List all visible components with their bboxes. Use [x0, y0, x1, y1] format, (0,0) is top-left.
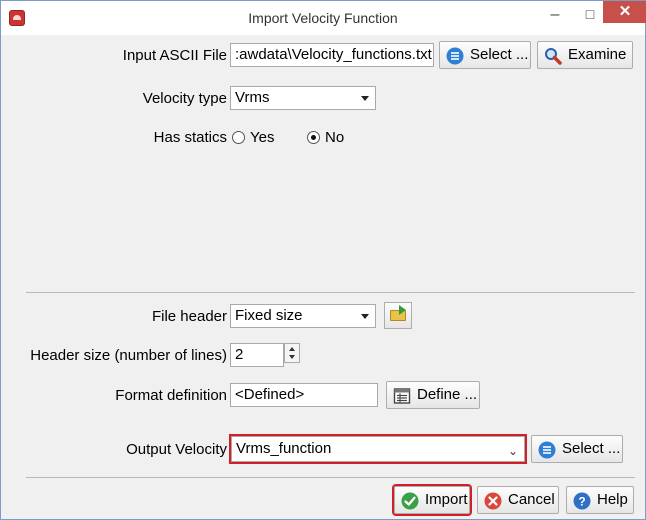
file-header-select[interactable]: Fixed size: [230, 304, 376, 328]
input-file-label: Input ASCII File: [122, 47, 227, 64]
output-velocity-select-label: Select ...: [562, 440, 621, 457]
spin-down-icon[interactable]: [289, 355, 295, 359]
svg-text:?: ?: [578, 495, 585, 509]
examine-button[interactable]: Examine: [537, 41, 633, 69]
has-statics-label: Has statics: [153, 129, 227, 146]
separator-top: [26, 292, 635, 293]
import-velocity-dialog: Import Velocity Function – □ ✕ Input ASC…: [0, 0, 646, 520]
format-definition-field[interactable]: <Defined>: [230, 383, 378, 407]
velocity-type-value: Vrms: [235, 89, 270, 106]
file-header-label: File header: [151, 308, 227, 325]
magnifier-icon: [545, 48, 562, 65]
check-icon: [401, 492, 419, 510]
statics-no-label[interactable]: No: [325, 129, 344, 146]
examine-label: Examine: [568, 46, 627, 63]
input-file-select-label: Select ...: [470, 46, 529, 63]
output-velocity-label: Output Velocity: [126, 441, 227, 458]
table-icon: [393, 388, 411, 404]
chevron-down-icon: [361, 314, 369, 319]
import-label: Import: [425, 491, 468, 508]
format-definition-label: Format definition: [115, 387, 227, 404]
statics-yes-label[interactable]: Yes: [250, 129, 274, 146]
statics-no-radio[interactable]: [307, 131, 320, 144]
title-bar: Import Velocity Function – □ ✕: [1, 1, 646, 35]
separator-bottom: [26, 477, 635, 478]
statics-yes-radio[interactable]: [232, 131, 245, 144]
help-label: Help: [597, 491, 628, 508]
file-header-value: Fixed size: [235, 307, 303, 324]
list-icon: [538, 441, 556, 459]
output-velocity-select[interactable]: Vrms_function ⌄: [229, 434, 527, 464]
velocity-type-label: Velocity type: [142, 90, 227, 107]
header-size-field[interactable]: 2: [230, 343, 284, 367]
input-file-select-button[interactable]: Select ...: [439, 41, 531, 69]
x-circle-icon: [484, 492, 502, 510]
input-file-field[interactable]: :awdata\Velocity_functions.txt: [230, 43, 434, 67]
cancel-label: Cancel: [508, 491, 555, 508]
spin-up-icon[interactable]: [289, 347, 295, 351]
list-icon: [446, 47, 464, 65]
help-button[interactable]: ? Help: [566, 486, 634, 514]
velocity-type-select[interactable]: Vrms: [230, 86, 376, 110]
minimize-button[interactable]: –: [541, 3, 569, 27]
output-velocity-select-button[interactable]: Select ...: [531, 435, 623, 463]
maximize-button[interactable]: □: [576, 3, 604, 27]
header-size-label: Header size (number of lines): [30, 347, 227, 364]
output-velocity-value: Vrms_function: [236, 440, 332, 457]
define-label: Define ...: [417, 386, 478, 403]
chevron-down-icon: ⌄: [507, 444, 518, 458]
question-icon: ?: [573, 492, 591, 510]
cancel-button[interactable]: Cancel: [477, 486, 559, 514]
define-button[interactable]: Define ...: [386, 381, 480, 409]
chevron-down-icon: [361, 96, 369, 101]
import-button[interactable]: Import: [392, 484, 472, 516]
load-header-button[interactable]: [384, 302, 412, 329]
header-size-spinner[interactable]: [284, 343, 300, 363]
close-button[interactable]: ✕: [603, 1, 646, 23]
